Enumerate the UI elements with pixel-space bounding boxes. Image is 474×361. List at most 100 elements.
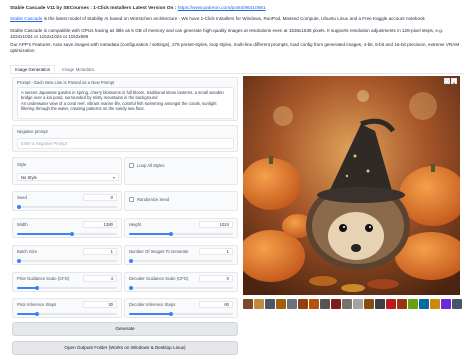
gallery-thumbnail[interactable] bbox=[397, 299, 407, 309]
decoder-cfg-slider-handle[interactable] bbox=[129, 286, 133, 290]
randomize-seed-checkbox[interactable] bbox=[129, 197, 134, 202]
decoder-cfg-slider[interactable] bbox=[129, 286, 233, 290]
style-panel: Style No Style ▾ bbox=[12, 157, 122, 185]
decoder-cfg-input[interactable]: 0 bbox=[199, 275, 233, 282]
loop-styles-checkbox[interactable] bbox=[129, 163, 134, 168]
width-slider[interactable] bbox=[17, 232, 117, 236]
decoder-steps-panel: Decoder Inference Steps 60 bbox=[124, 298, 238, 318]
num-images-input[interactable]: 1 bbox=[199, 248, 233, 255]
seed-slider[interactable] bbox=[17, 205, 117, 209]
gallery-thumbnail[interactable] bbox=[364, 299, 374, 309]
header-title: Stable Cascade V11 by SECourses : 1-Clic… bbox=[10, 6, 266, 11]
gallery-thumbnail[interactable] bbox=[298, 299, 308, 309]
gallery-thumbnail[interactable] bbox=[441, 299, 451, 309]
prompt-label: Prompt - Each New Line is Parsed as a Ne… bbox=[17, 80, 115, 85]
intro-line-2: Stable Cascade is compatible with GPUs h… bbox=[10, 28, 444, 39]
prior-steps-panel: Prior Inference Steps 30 bbox=[12, 298, 122, 318]
prompt-panel: Prompt - Each New Line is Parsed as a Ne… bbox=[12, 77, 238, 121]
batch-size-panel: Batch Size 1 bbox=[12, 245, 122, 265]
intro-line-3: Our APP's Features: Auto save images wit… bbox=[10, 42, 460, 53]
prior-cfg-slider-fill bbox=[17, 287, 37, 289]
prior-cfg-input[interactable]: 4 bbox=[83, 275, 117, 282]
gallery-thumbnails bbox=[243, 299, 464, 312]
negative-prompt-panel: Negative prompt Enter a Negative Prompt bbox=[12, 125, 238, 152]
gallery-thumbnail[interactable] bbox=[430, 299, 440, 309]
style-select[interactable]: No Style ▾ bbox=[17, 173, 119, 181]
prompt-line-1: A serene Japanese garden in spring, cher… bbox=[21, 90, 224, 101]
prior-steps-label: Prior Inference Steps bbox=[17, 302, 57, 307]
stable-cascade-link[interactable]: Stable Cascade bbox=[10, 16, 42, 21]
width-slider-fill bbox=[17, 233, 72, 235]
prompt-textarea[interactable]: A serene Japanese garden in spring, cher… bbox=[17, 87, 234, 119]
prior-cfg-slider[interactable] bbox=[17, 286, 117, 290]
prior-cfg-slider-handle[interactable] bbox=[35, 286, 39, 290]
height-panel: Height 1024 bbox=[124, 218, 238, 238]
hedgehog-witch-image bbox=[243, 76, 460, 295]
style-label: Style bbox=[17, 162, 27, 167]
width-slider-handle[interactable] bbox=[70, 232, 74, 236]
chevron-down-icon: ▾ bbox=[112, 175, 115, 180]
open-outputs-button[interactable]: Open Outputs Folder (Works on Windows & … bbox=[12, 341, 238, 355]
gallery-thumbnail[interactable] bbox=[320, 299, 330, 309]
tab-divider bbox=[10, 73, 464, 74]
seed-label: Seed bbox=[17, 195, 27, 200]
download-icon[interactable]: ⤓ bbox=[451, 78, 457, 84]
seed-input[interactable]: 0 bbox=[83, 194, 117, 201]
randomize-seed-label: Randomize Seed bbox=[137, 197, 170, 202]
prior-cfg-label: Prior Guidance Scale (CFG) bbox=[17, 276, 70, 281]
gallery-thumbnail[interactable] bbox=[419, 299, 429, 309]
gallery-thumbnail[interactable] bbox=[276, 299, 286, 309]
height-label: Height bbox=[129, 222, 142, 227]
prior-steps-slider[interactable] bbox=[17, 312, 117, 316]
height-slider-fill bbox=[129, 233, 171, 235]
num-images-label: Number Of Images To Generate bbox=[129, 249, 189, 254]
batch-size-label: Batch Size bbox=[17, 249, 38, 254]
decoder-steps-input[interactable]: 60 bbox=[199, 301, 233, 308]
batch-size-slider-handle[interactable] bbox=[17, 259, 21, 263]
gallery-thumbnail[interactable] bbox=[375, 299, 385, 309]
batch-size-input[interactable]: 1 bbox=[83, 248, 117, 255]
generate-button[interactable]: Generate bbox=[12, 322, 238, 336]
decoder-steps-label: Decoder Inference Steps bbox=[129, 302, 176, 307]
gallery-thumbnail[interactable] bbox=[331, 299, 341, 309]
gallery-thumbnail[interactable] bbox=[287, 299, 297, 309]
negative-prompt-label: Negative prompt bbox=[17, 129, 48, 134]
prompt-line-2: An underwater view of a coral reef, vibr… bbox=[21, 100, 217, 112]
prior-cfg-panel: Prior Guidance Scale (CFG) 4 bbox=[12, 272, 122, 292]
seed-panel: Seed 0 bbox=[12, 191, 122, 211]
patreon-link[interactable]: https://www.patreon.com/posts/98410661 bbox=[178, 6, 266, 11]
height-slider-handle[interactable] bbox=[168, 232, 173, 236]
height-input[interactable]: 1024 bbox=[199, 221, 233, 228]
gallery-thumbnail[interactable] bbox=[386, 299, 396, 309]
negative-prompt-input[interactable]: Enter a Negative Prompt bbox=[17, 138, 234, 149]
num-images-slider[interactable] bbox=[129, 259, 233, 263]
prior-steps-slider-handle[interactable] bbox=[35, 312, 39, 316]
gallery-thumbnail[interactable] bbox=[243, 299, 253, 309]
seed-slider-handle[interactable] bbox=[17, 205, 21, 209]
gallery-thumbnail[interactable] bbox=[342, 299, 352, 309]
generated-image[interactable]: ⤓ ⛶ bbox=[243, 76, 460, 295]
style-select-value: No Style bbox=[21, 175, 37, 180]
prior-steps-input[interactable]: 30 bbox=[83, 301, 117, 308]
num-images-panel: Number Of Images To Generate 1 bbox=[124, 245, 238, 265]
loop-styles-panel: Loop All Styles bbox=[124, 157, 238, 185]
num-images-slider-handle[interactable] bbox=[129, 259, 133, 263]
prior-steps-slider-fill bbox=[17, 313, 37, 315]
height-slider[interactable] bbox=[129, 232, 233, 236]
gallery-thumbnail[interactable] bbox=[309, 299, 319, 309]
decoder-cfg-panel: Decoder Guidance Scale (CFG) 0 bbox=[124, 272, 238, 292]
batch-size-slider[interactable] bbox=[17, 259, 117, 263]
decoder-steps-slider[interactable] bbox=[129, 312, 233, 316]
fullscreen-icon[interactable]: ⛶ bbox=[444, 78, 450, 84]
decoder-steps-slider-handle[interactable] bbox=[168, 312, 173, 316]
gallery-thumbnail[interactable] bbox=[254, 299, 264, 309]
gallery-thumbnail[interactable] bbox=[452, 299, 462, 309]
gallery-thumbnail[interactable] bbox=[265, 299, 275, 309]
width-input[interactable]: 1280 bbox=[83, 221, 117, 228]
gallery-thumbnail[interactable] bbox=[408, 299, 418, 309]
loop-styles-label: Loop All Styles bbox=[137, 163, 165, 168]
gallery-thumbnail[interactable] bbox=[353, 299, 363, 309]
decoder-steps-slider-fill bbox=[129, 313, 171, 315]
decoder-cfg-label: Decoder Guidance Scale (CFG) bbox=[129, 276, 189, 281]
width-panel: Width 1280 bbox=[12, 218, 122, 238]
